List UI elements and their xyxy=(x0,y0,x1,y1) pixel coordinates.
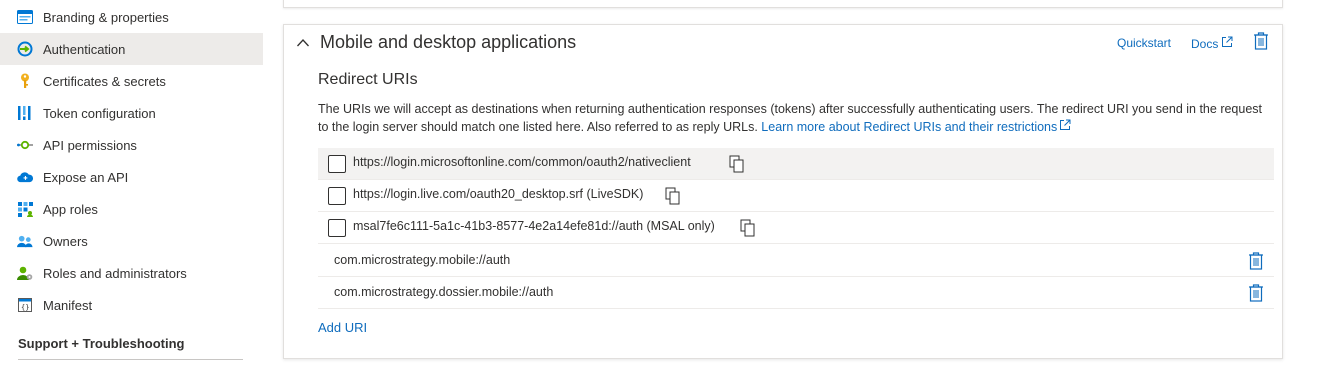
sidebar-item-label: Authentication xyxy=(43,41,126,57)
external-link-icon xyxy=(1221,36,1233,51)
copy-icon[interactable] xyxy=(740,219,756,237)
uri-value: msal7fe6c111-5a1c-41b3-8577-4e2a14efe81d… xyxy=(353,219,715,233)
suggested-uri-row: https://login.microsoftonline.com/common… xyxy=(318,148,1274,180)
docs-label: Docs xyxy=(1191,36,1219,51)
delete-uri-trash-icon[interactable] xyxy=(1248,284,1264,302)
sidebar-item-owners[interactable]: Owners xyxy=(0,225,263,257)
custom-uri-row: com.microstrategy.dossier.mobile://auth xyxy=(318,277,1274,309)
uri-value: https://login.microsoftonline.com/common… xyxy=(353,155,691,169)
sidebar-item-label: App roles xyxy=(43,201,98,217)
sidebar-item-api-permissions[interactable]: API permissions xyxy=(0,129,263,161)
key-icon xyxy=(17,73,33,89)
sidebar-item-label: Roles and administrators xyxy=(43,265,187,281)
card-title: Mobile and desktop applications xyxy=(320,32,577,52)
learn-more-link[interactable]: Learn more about Redirect URIs and their… xyxy=(761,119,1071,137)
uri-checkbox[interactable] xyxy=(328,219,346,237)
suggested-uri-row: https://login.live.com/oauth20_desktop.s… xyxy=(318,180,1274,212)
delete-platform-trash-icon[interactable] xyxy=(1253,32,1269,50)
redirect-uris-description: The URIs we will accept as destinations … xyxy=(318,101,1263,136)
custom-uri-row: com.microstrategy.mobile://auth xyxy=(318,245,1274,277)
sidebar-item-roles-administrators[interactable]: Roles and administrators xyxy=(0,257,263,289)
sidebar-item-token-configuration[interactable]: Token configuration xyxy=(0,97,263,129)
section-divider xyxy=(18,359,243,360)
manifest-icon: {} xyxy=(17,297,33,313)
uri-value: https://login.live.com/oauth20_desktop.s… xyxy=(353,187,644,201)
token-bars-icon xyxy=(17,105,33,121)
quickstart-link[interactable]: Quickstart xyxy=(1117,36,1171,50)
sidebar-item-authentication[interactable]: Authentication xyxy=(0,33,263,65)
sidebar-item-certificates[interactable]: Certificates & secrets xyxy=(0,65,263,97)
api-permissions-icon xyxy=(17,137,33,153)
sidebar-item-label: API permissions xyxy=(43,137,137,153)
chevron-up-icon[interactable] xyxy=(296,36,310,50)
delete-uri-trash-icon[interactable] xyxy=(1248,252,1264,270)
external-link-icon xyxy=(1059,119,1071,137)
redirect-uris-title: Redirect URIs xyxy=(318,71,418,88)
add-uri-link[interactable]: Add URI xyxy=(318,320,367,335)
cloud-icon xyxy=(17,169,33,185)
sidebar-item-label: Expose an API xyxy=(43,169,129,185)
sidebar-item-label: Manifest xyxy=(43,297,93,313)
authentication-icon xyxy=(17,41,33,57)
uri-checkbox[interactable] xyxy=(328,187,346,205)
copy-icon[interactable] xyxy=(665,187,681,205)
learn-more-label: Learn more about Redirect URIs and their… xyxy=(761,119,1058,134)
suggested-uri-row: msal7fe6c111-5a1c-41b3-8577-4e2a14efe81d… xyxy=(318,212,1274,244)
sidebar-item-app-roles[interactable]: App roles xyxy=(0,193,263,225)
uri-value: com.microstrategy.mobile://auth xyxy=(334,253,511,267)
sidebar-item-branding[interactable]: Branding & properties xyxy=(0,1,263,33)
support-troubleshooting-heading: Support + Troubleshooting xyxy=(18,336,185,351)
svg-text:{}: {} xyxy=(21,304,29,312)
app-roles-grid-icon xyxy=(17,201,33,217)
sidebar-item-expose-api[interactable]: Expose an API xyxy=(0,161,263,193)
uri-checkbox[interactable] xyxy=(328,155,346,173)
sidebar-item-label: Certificates & secrets xyxy=(43,73,166,89)
sidebar-item-label: Owners xyxy=(43,233,88,249)
sidebar-item-label: Branding & properties xyxy=(43,9,169,25)
previous-card-edge xyxy=(283,0,1283,8)
sidebar-nav: Branding & properties Authentication Cer… xyxy=(0,0,263,367)
uri-value: com.microstrategy.dossier.mobile://auth xyxy=(334,285,554,299)
roles-admin-icon xyxy=(17,265,33,281)
copy-icon[interactable] xyxy=(729,155,745,173)
sidebar-item-manifest[interactable]: {} Manifest xyxy=(0,289,263,321)
docs-link[interactable]: Docs xyxy=(1191,36,1233,51)
owners-icon xyxy=(17,233,33,249)
sidebar-item-label: Token configuration xyxy=(43,105,156,121)
branding-icon xyxy=(17,9,33,25)
